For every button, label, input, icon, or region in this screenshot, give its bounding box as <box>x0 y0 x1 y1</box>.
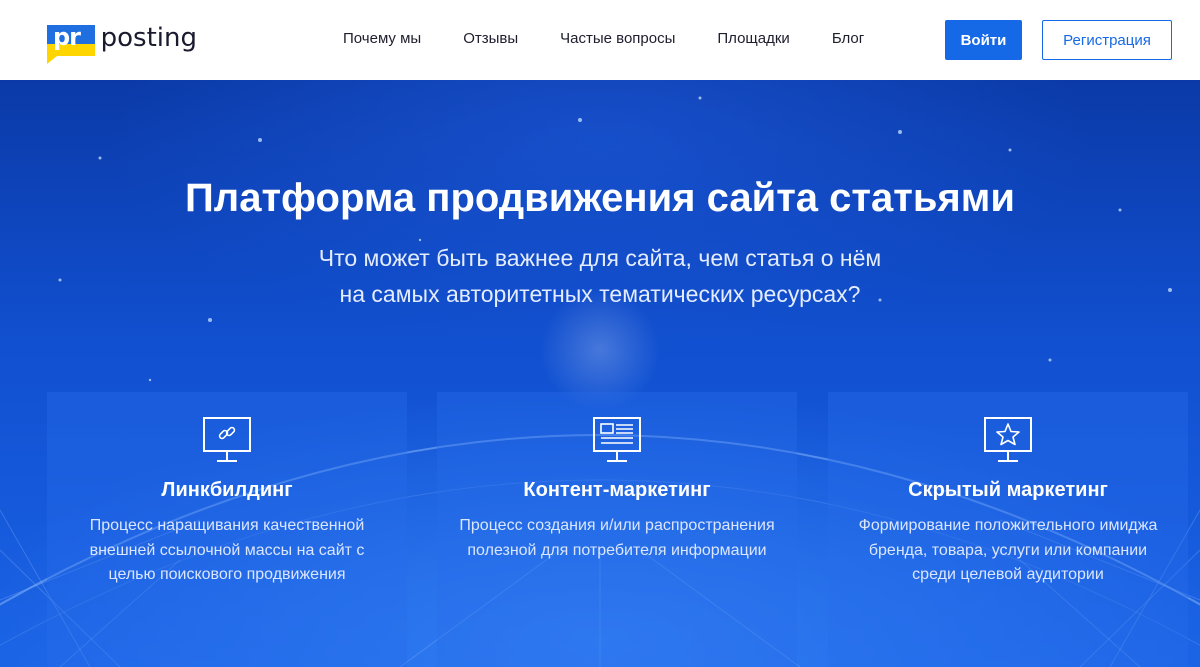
logo-flag-icon: pr <box>47 23 95 64</box>
service-card-hidden-marketing: Скрытый маркетинг Формирование положител… <box>828 392 1188 667</box>
card-description: Процесс наращивания качественной внешней… <box>89 517 365 583</box>
service-card-content-marketing: Контент-маркетинг Процесс создания и/или… <box>437 392 797 667</box>
hero-title: Платформа продвижения сайта статьями <box>185 176 1015 220</box>
hero-section: Платформа продвижения сайта статьями Что… <box>0 80 1200 667</box>
monitor-article-icon <box>593 417 641 462</box>
nav-item-reviews[interactable]: Отзывы <box>463 30 518 47</box>
card-description: Формирование положительного имиджа бренд… <box>858 517 1158 583</box>
register-button[interactable]: Регистрация <box>1042 20 1172 60</box>
hero-subtitle-line-2: на самых авторитетных тематических ресур… <box>339 281 861 307</box>
monitor-star-icon <box>984 417 1032 462</box>
service-card-linkbuilding: Линкбилдинг Процесс наращивания качестве… <box>47 392 407 667</box>
card-title: Скрытый маркетинг <box>908 479 1108 501</box>
site-header: pr posting Почему мы Отзывы Частые вопро… <box>0 0 1200 80</box>
logo-text: posting <box>100 23 197 53</box>
hero-subtitle: Что может быть важнее для сайта, чем ста… <box>0 240 1200 312</box>
site-logo[interactable]: pr posting <box>47 23 197 65</box>
login-button[interactable]: Войти <box>945 20 1022 60</box>
hero-subtitle-line-1: Что может быть важнее для сайта, чем ста… <box>318 245 882 271</box>
monitor-link-icon <box>203 417 251 462</box>
card-description: Процесс создания и/или распространения п… <box>459 517 775 559</box>
card-title: Контент-маркетинг <box>523 479 711 501</box>
card-title: Линкбилдинг <box>161 479 293 501</box>
logo-mark: pr <box>53 23 81 51</box>
nav-item-faq[interactable]: Частые вопросы <box>560 30 675 47</box>
nav-item-why-us[interactable]: Почему мы <box>343 30 421 47</box>
nav-item-blog[interactable]: Блог <box>832 30 864 47</box>
main-nav: Почему мы Отзывы Частые вопросы Площадки… <box>343 30 864 47</box>
nav-item-platforms[interactable]: Площадки <box>717 30 789 47</box>
